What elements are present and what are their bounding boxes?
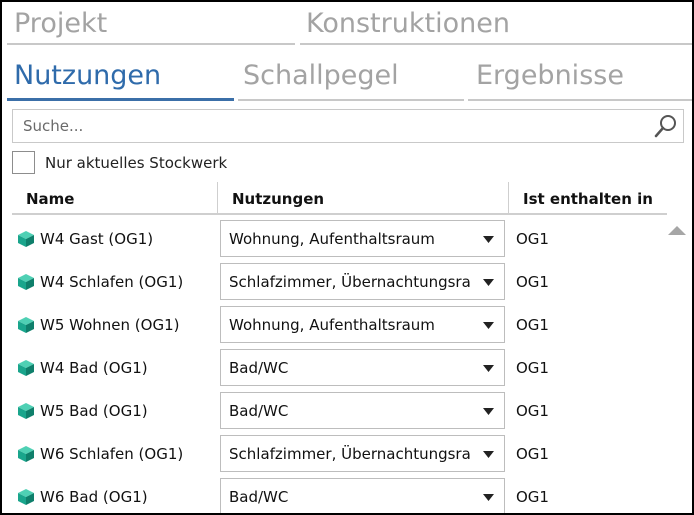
room-name: W6 Bad (OG1) bbox=[40, 488, 148, 506]
column-header-nutzungen[interactable]: Nutzungen bbox=[232, 190, 324, 208]
tab-label: Nutzungen bbox=[14, 59, 162, 91]
nutzung-value: Schlafzimmer, Übernachtungsra bbox=[229, 273, 471, 291]
header-underline bbox=[12, 213, 667, 215]
main-tab-row: Nutzungen Schallpegel Ergebnisse bbox=[2, 48, 692, 102]
room-cube-icon bbox=[18, 489, 34, 505]
top-tab-row: Projekt Konstruktionen bbox=[2, 2, 692, 45]
room-name: W5 Bad (OG1) bbox=[40, 402, 148, 420]
column-header-ist-enthalten[interactable]: Ist enthalten in bbox=[523, 190, 653, 208]
caret-down-icon bbox=[483, 451, 494, 458]
tab-projekt[interactable]: Projekt bbox=[14, 2, 107, 44]
tab-underline bbox=[238, 99, 464, 101]
tab-ergebnisse[interactable]: Ergebnisse bbox=[476, 48, 624, 102]
nutzung-value: Wohnung, Aufenthaltsraum bbox=[229, 316, 435, 334]
tab-underline bbox=[468, 99, 692, 101]
room-name: W4 Bad (OG1) bbox=[40, 359, 148, 377]
column-divider[interactable] bbox=[508, 182, 509, 214]
contained-in-value: OG1 bbox=[516, 230, 549, 248]
contained-in-value: OG1 bbox=[516, 445, 549, 463]
contained-in-value: OG1 bbox=[516, 316, 549, 334]
caret-down-icon bbox=[483, 408, 494, 415]
caret-down-icon bbox=[483, 322, 494, 329]
tab-label: Ergebnisse bbox=[476, 59, 624, 91]
nutzung-dropdown[interactable]: Bad/WC bbox=[220, 392, 505, 429]
contained-in-value: OG1 bbox=[516, 488, 549, 506]
tab-underline bbox=[300, 43, 692, 45]
tab-label: Konstruktionen bbox=[306, 7, 510, 39]
search-icon[interactable] bbox=[653, 113, 679, 139]
contained-in-value: OG1 bbox=[516, 402, 549, 420]
nutzung-dropdown[interactable]: Wohnung, Aufenthaltsraum bbox=[220, 306, 505, 343]
current-floor-label: Nur aktuelles Stockwerk bbox=[45, 154, 228, 172]
nutzung-dropdown[interactable]: Schlafzimmer, Übernachtungsra bbox=[220, 263, 505, 300]
nutzung-value: Bad/WC bbox=[229, 402, 289, 420]
nutzung-value: Bad/WC bbox=[229, 488, 289, 506]
search-input[interactable] bbox=[23, 117, 643, 135]
tab-label: Schallpegel bbox=[243, 59, 399, 91]
room-cube-icon bbox=[18, 231, 34, 247]
contained-in-value: OG1 bbox=[516, 273, 549, 291]
room-cube-icon bbox=[18, 317, 34, 333]
caret-down-icon bbox=[483, 236, 494, 243]
table-row[interactable]: W5 Bad (OG1) Bad/WC OG1 bbox=[2, 390, 692, 433]
room-cube-icon bbox=[18, 274, 34, 290]
panel: Projekt Konstruktionen Nutzungen Schallp… bbox=[0, 0, 694, 515]
room-name: W4 Schlafen (OG1) bbox=[40, 273, 184, 291]
nutzung-dropdown[interactable]: Wohnung, Aufenthaltsraum bbox=[220, 220, 505, 257]
nutzung-dropdown[interactable]: Bad/WC bbox=[220, 478, 505, 513]
tab-underline bbox=[7, 43, 295, 45]
room-name: W4 Gast (OG1) bbox=[40, 230, 154, 248]
table-row[interactable]: W4 Bad (OG1) Bad/WC OG1 bbox=[2, 347, 692, 390]
caret-down-icon bbox=[483, 279, 494, 286]
column-divider[interactable] bbox=[217, 182, 218, 214]
tab-konstruktionen[interactable]: Konstruktionen bbox=[306, 2, 510, 44]
nutzung-dropdown[interactable]: Schlafzimmer, Übernachtungsra bbox=[220, 435, 505, 472]
contained-in-value: OG1 bbox=[516, 359, 549, 377]
tab-schallpegel[interactable]: Schallpegel bbox=[243, 48, 399, 102]
nutzung-value: Bad/WC bbox=[229, 359, 289, 377]
active-tab-underline bbox=[7, 98, 234, 101]
tab-nutzungen[interactable]: Nutzungen bbox=[14, 48, 161, 102]
table-row[interactable]: W6 Bad (OG1) Bad/WC OG1 bbox=[2, 476, 692, 513]
caret-down-icon bbox=[483, 494, 494, 501]
nutzung-value: Schlafzimmer, Übernachtungsra bbox=[229, 445, 471, 463]
room-cube-icon bbox=[18, 446, 34, 462]
current-floor-checkbox[interactable] bbox=[12, 151, 35, 174]
nutzung-value: Wohnung, Aufenthaltsraum bbox=[229, 230, 435, 248]
caret-down-icon bbox=[483, 365, 494, 372]
table-row[interactable]: W5 Wohnen (OG1) Wohnung, Aufenthaltsraum O… bbox=[2, 304, 692, 347]
room-cube-icon bbox=[18, 403, 34, 419]
room-cube-icon bbox=[18, 360, 34, 376]
table-row[interactable]: W6 Schlafen (OG1) Schlafzimmer, Übernacht… bbox=[2, 433, 692, 476]
table-row[interactable]: W4 Schlafen (OG1) Schlafzimmer, Übernacht… bbox=[2, 261, 692, 304]
table-row[interactable]: W4 Gast (OG1) Wohnung, Aufenthaltsraum OG1 bbox=[2, 218, 692, 261]
tab-label: Projekt bbox=[14, 7, 108, 39]
room-name: W6 Schlafen (OG1) bbox=[40, 445, 184, 463]
column-header-name[interactable]: Name bbox=[26, 190, 74, 208]
room-name: W5 Wohnen (OG1) bbox=[40, 316, 180, 334]
nutzung-dropdown[interactable]: Bad/WC bbox=[220, 349, 505, 386]
search-box bbox=[12, 109, 684, 143]
